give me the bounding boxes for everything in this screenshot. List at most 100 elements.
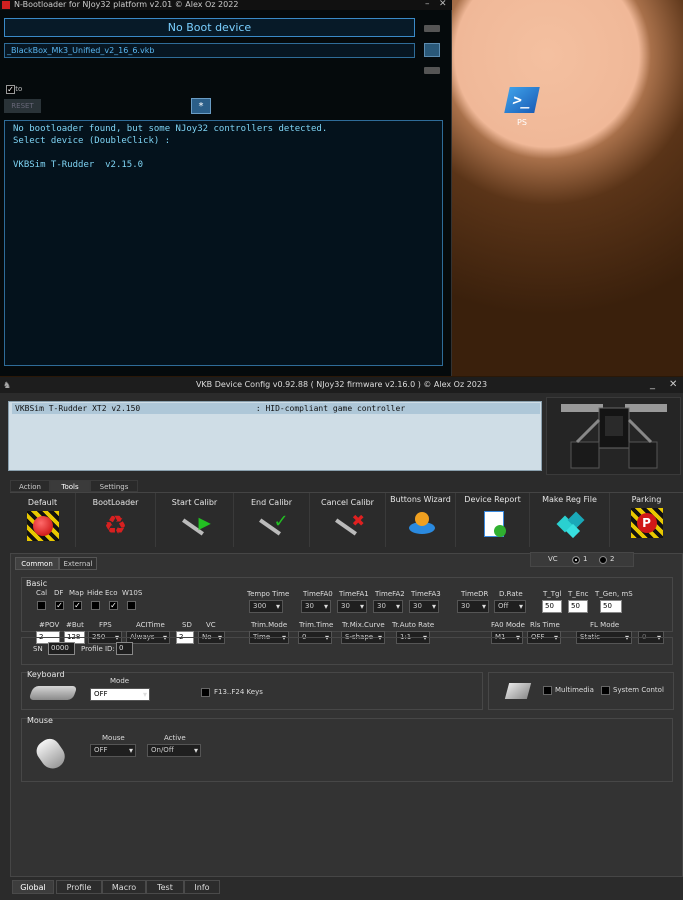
timedr-select[interactable]: 30 xyxy=(457,600,489,613)
vkb-title: VKB Device Config v0.92.88 ( NJoy32 firm… xyxy=(195,380,488,389)
tab-external[interactable]: External xyxy=(59,557,97,570)
tab-profile[interactable]: Profile xyxy=(56,880,102,894)
but-label: #But xyxy=(66,621,84,629)
log-line-device[interactable]: VKBSim T-Rudder v2.15.0 xyxy=(13,159,434,171)
mixcurve-label: Tr.Mix.Curve xyxy=(342,621,385,629)
vc-radio-1[interactable] xyxy=(572,556,580,564)
autorate-label: Tr.Auto Rate xyxy=(392,621,435,629)
caliper-cancel-icon: ✖ xyxy=(332,511,365,541)
tfa3-select[interactable]: 30 xyxy=(409,600,439,613)
trimtime-label: Trim.Time xyxy=(299,621,334,629)
tfa1-select[interactable]: 30 xyxy=(337,600,367,613)
tab-settings[interactable]: Settings xyxy=(90,480,138,492)
open-file-icon[interactable] xyxy=(424,43,440,57)
eco-checkbox[interactable]: ✓ xyxy=(109,601,118,610)
flmode-label: FL Mode xyxy=(590,621,620,629)
tab-tools[interactable]: Tools xyxy=(50,480,90,492)
trimmode-label: Trim.Mode xyxy=(251,621,288,629)
hide-label: Hide xyxy=(87,589,103,597)
device-row[interactable]: VKBSim T-Rudder XT2 v2.150 : HID-complia… xyxy=(12,403,540,414)
end-calibr-button[interactable]: End Calibr ✓ xyxy=(234,493,310,547)
vc-option-2: 2 xyxy=(610,555,615,563)
close-icon[interactable]: ✕ xyxy=(669,377,677,393)
f13-f24-checkbox[interactable] xyxy=(201,688,210,697)
powershell-shortcut[interactable]: >_ PS xyxy=(504,87,540,131)
device-list[interactable]: VKBSim T-Rudder XT2 v2.150 : HID-complia… xyxy=(8,401,542,471)
end-calibr-label: End Calibr xyxy=(250,498,293,507)
tfa2-select[interactable]: 30 xyxy=(373,600,403,613)
close-icon[interactable]: ✕ xyxy=(439,0,447,9)
sn-field[interactable]: 0000 xyxy=(48,642,75,655)
parking-icon: P xyxy=(630,508,663,538)
timedr-label: TimeDR xyxy=(461,590,489,598)
star-button[interactable]: * xyxy=(191,98,211,114)
cal-checkbox[interactable] xyxy=(37,601,46,610)
vc-basic-label: VC xyxy=(206,621,216,629)
flash-side-button[interactable] xyxy=(424,67,440,74)
tools-toolbar: Default BootLoader ♻ Start Calibr ▶ End … xyxy=(10,492,683,547)
w10s-checkbox[interactable] xyxy=(127,601,136,610)
tgen-input[interactable]: 50 xyxy=(600,600,622,613)
powershell-icon: >_ xyxy=(504,87,540,113)
drate-label: D.Rate xyxy=(499,590,523,598)
minimize-icon[interactable]: – xyxy=(425,0,430,9)
tab-test[interactable]: Test xyxy=(146,880,184,894)
app-icon: ♞ xyxy=(3,381,12,391)
tab-common[interactable]: Common xyxy=(15,557,59,570)
tfa3-label: TimeFA3 xyxy=(411,590,441,598)
df-label: DF xyxy=(54,589,64,597)
device-image xyxy=(546,397,681,475)
cancel-calibr-button[interactable]: Cancel Calibr ✖ xyxy=(310,493,386,547)
device-report-button[interactable]: Device Report xyxy=(456,493,530,547)
log-line: Select device (DoubleClick) : xyxy=(13,136,171,146)
mouse-title: Mouse xyxy=(27,716,53,725)
acitime-label: ACITime xyxy=(136,621,165,629)
minimize-icon[interactable]: _ xyxy=(650,377,655,393)
bootloader-log[interactable]: No bootloader found, but some NJoy32 con… xyxy=(4,120,443,366)
vc-option-1: 1 xyxy=(583,555,588,563)
registry-cubes-icon xyxy=(554,508,586,539)
firmware-file-field[interactable]: _BlackBox_Mk3_Unified_v2_16_6.vkb xyxy=(4,43,415,58)
auto-checkbox[interactable]: ✓ xyxy=(6,85,15,94)
default-label: Default xyxy=(27,498,58,507)
multimedia-checkbox[interactable] xyxy=(543,686,552,695)
ttgl-input[interactable]: 50 xyxy=(542,600,562,613)
vc-selector: VC 1 2 xyxy=(530,552,634,567)
report-icon xyxy=(477,508,509,538)
rudder-pedals-icon xyxy=(561,404,667,469)
tab-info[interactable]: Info xyxy=(184,880,220,894)
mouse-select[interactable]: OFF xyxy=(90,744,136,757)
profile-id-field[interactable]: 0 xyxy=(116,642,133,655)
hide-checkbox[interactable] xyxy=(91,601,100,610)
parking-button[interactable]: Parking P xyxy=(610,493,683,547)
multimedia-label: Multimedia xyxy=(555,686,594,694)
system-control-checkbox[interactable] xyxy=(601,686,610,695)
make-reg-file-button[interactable]: Make Reg File xyxy=(530,493,610,547)
default-button[interactable]: Default xyxy=(10,493,76,547)
map-checkbox[interactable]: ✓ xyxy=(73,601,82,610)
drate-select[interactable]: Off xyxy=(494,600,526,613)
auto-checkbox-row[interactable]: ✓ Auto xyxy=(6,85,22,94)
active-select[interactable]: On/Off xyxy=(147,744,201,757)
tenc-input[interactable]: 50 xyxy=(568,600,588,613)
tab-global[interactable]: Global xyxy=(12,880,54,894)
keyboard-mode-select[interactable]: OFF xyxy=(90,688,150,701)
eco-label: Eco xyxy=(105,589,118,597)
log-line: No bootloader found, but some NJoy32 con… xyxy=(13,124,328,134)
tab-action[interactable]: Action xyxy=(10,480,50,492)
start-calibr-button[interactable]: Start Calibr ▶ xyxy=(156,493,234,547)
start-calibr-label: Start Calibr xyxy=(171,498,218,507)
vc-radio-2[interactable] xyxy=(599,556,607,564)
bootloader-button[interactable]: BootLoader ♻ xyxy=(76,493,156,547)
tab-macro[interactable]: Macro xyxy=(102,880,146,894)
reset-button[interactable]: RESET xyxy=(4,99,41,113)
buttons-wizard-button[interactable]: Buttons Wizard xyxy=(386,493,456,547)
fa0mode-label: FA0 Mode xyxy=(491,621,525,629)
tempo-select[interactable]: 300 xyxy=(249,600,283,613)
multimedia-icon xyxy=(504,683,532,699)
boot-device-status: No Boot device xyxy=(4,18,415,37)
tfa0-select[interactable]: 30 xyxy=(301,600,331,613)
device-side-button[interactable] xyxy=(424,25,440,32)
bootloader-titlebar: N-Bootloader for NJoy32 platform v2.01 ©… xyxy=(0,0,452,10)
df-checkbox[interactable]: ✓ xyxy=(55,601,64,610)
